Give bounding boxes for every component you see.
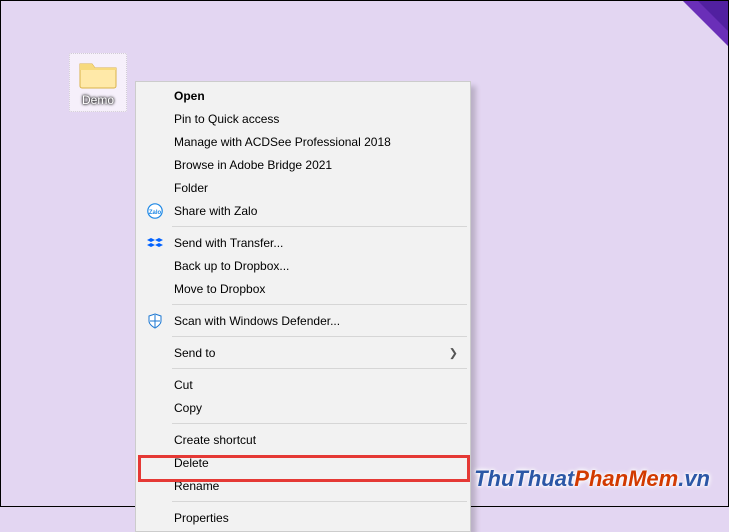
watermark: ThuThuatPhanMem.vn (474, 466, 710, 492)
menu-separator (172, 304, 467, 305)
svg-text:Zalo: Zalo (149, 210, 162, 216)
menu-separator (172, 501, 467, 502)
menu-label: Send to (174, 346, 215, 360)
menu-copy[interactable]: Copy (138, 396, 468, 419)
defender-shield-icon (146, 312, 164, 330)
menu-label: Rename (174, 479, 219, 493)
menu-properties[interactable]: Properties (138, 506, 468, 529)
menu-label: Folder (174, 181, 208, 195)
menu-rename[interactable]: Rename (138, 474, 468, 497)
menu-label: Delete (174, 456, 209, 470)
menu-separator (172, 368, 467, 369)
menu-separator (172, 336, 467, 337)
watermark-part2: PhanMem (574, 466, 678, 491)
menu-separator (172, 423, 467, 424)
menu-label: Pin to Quick access (174, 112, 279, 126)
dropbox-icon (146, 234, 164, 252)
menu-pin-quick-access[interactable]: Pin to Quick access (138, 107, 468, 130)
menu-dropbox-move[interactable]: Move to Dropbox (138, 277, 468, 300)
page-corner-fold-inner (698, 1, 728, 31)
menu-label: Manage with ACDSee Professional 2018 (174, 135, 391, 149)
desktop-folder-demo[interactable]: Demo (69, 53, 127, 112)
menu-cut[interactable]: Cut (138, 373, 468, 396)
chevron-right-icon: ❯ (449, 346, 458, 359)
watermark-part3: .vn (678, 466, 710, 491)
menu-separator (172, 226, 467, 227)
desktop-folder-label: Demo (72, 93, 124, 107)
menu-open[interactable]: Open (138, 84, 468, 107)
menu-share-zalo[interactable]: Zalo Share with Zalo (138, 199, 468, 222)
context-menu: Open Pin to Quick access Manage with ACD… (135, 81, 471, 532)
menu-label: Cut (174, 378, 193, 392)
menu-delete[interactable]: Delete (138, 451, 468, 474)
menu-label: Move to Dropbox (174, 282, 265, 296)
watermark-part1: ThuThuat (474, 466, 574, 491)
menu-label: Properties (174, 511, 229, 525)
menu-label: Open (174, 89, 205, 103)
menu-dropbox-send[interactable]: Send with Transfer... (138, 231, 468, 254)
menu-acdsee[interactable]: Manage with ACDSee Professional 2018 (138, 130, 468, 153)
menu-label: Send with Transfer... (174, 236, 283, 250)
menu-label: Browse in Adobe Bridge 2021 (174, 158, 332, 172)
menu-dropbox-backup[interactable]: Back up to Dropbox... (138, 254, 468, 277)
menu-windows-defender[interactable]: Scan with Windows Defender... (138, 309, 468, 332)
menu-adobe-bridge[interactable]: Browse in Adobe Bridge 2021 (138, 153, 468, 176)
menu-label: Scan with Windows Defender... (174, 314, 340, 328)
menu-create-shortcut[interactable]: Create shortcut (138, 428, 468, 451)
menu-label: Back up to Dropbox... (174, 259, 289, 273)
menu-label: Share with Zalo (174, 204, 257, 218)
zalo-icon: Zalo (146, 202, 164, 220)
folder-icon (78, 58, 118, 90)
menu-label: Copy (174, 401, 202, 415)
menu-folder[interactable]: Folder (138, 176, 468, 199)
menu-label: Create shortcut (174, 433, 256, 447)
menu-send-to[interactable]: Send to ❯ (138, 341, 468, 364)
